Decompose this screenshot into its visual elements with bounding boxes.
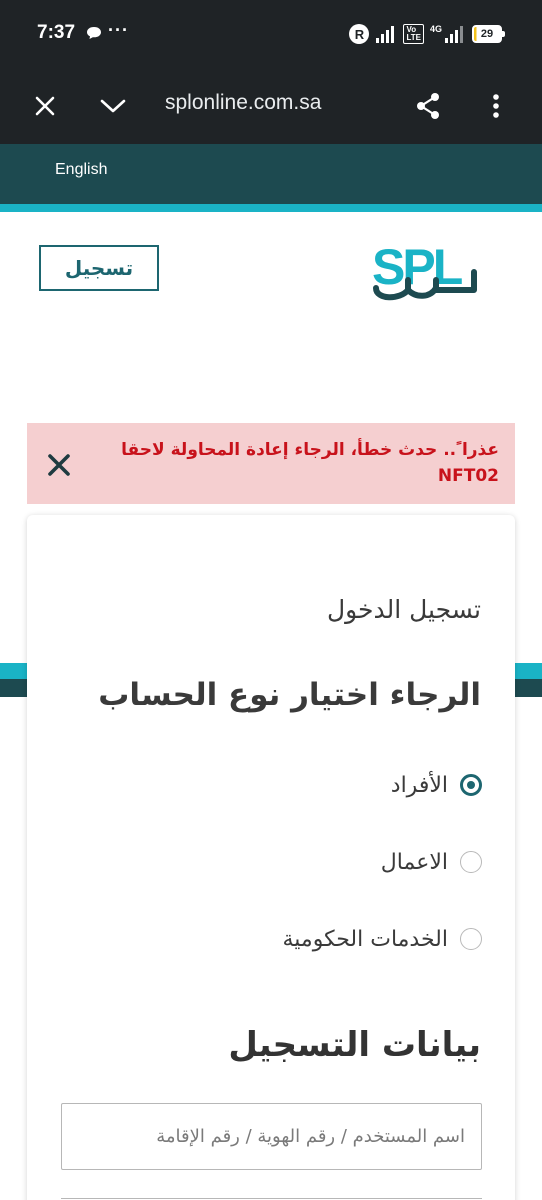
chevron-down-icon — [100, 99, 126, 113]
more-vert-icon — [493, 94, 499, 118]
account-type-label: الاعمال — [380, 849, 448, 875]
browser-toolbar: splonline.com.sa — [0, 68, 542, 144]
share-button[interactable] — [410, 88, 446, 124]
radio-individuals[interactable] — [460, 774, 482, 796]
close-icon — [48, 454, 70, 476]
account-type-label: الأفراد — [390, 772, 448, 798]
login-title: تسجيل الدخول — [326, 595, 481, 624]
status-time: 7:37 — [37, 22, 76, 43]
url-text[interactable]: splonline.com.sa — [165, 91, 321, 115]
account-type-individuals[interactable]: الأفراد — [391, 770, 482, 800]
login-card: تسجيل الدخول الرجاء اختيار نوع الحساب ال… — [27, 515, 515, 1200]
header-accent-stripe — [0, 204, 542, 212]
close-icon — [35, 96, 55, 116]
more-notifications-icon: ··· — [108, 20, 129, 40]
account-type-label: الخدمات الحكومية — [282, 926, 448, 952]
status-indicators: R Vo LTE 4G 29 — [349, 22, 505, 46]
battery-icon: 29 — [472, 25, 505, 43]
username-id-input[interactable] — [61, 1103, 482, 1170]
network-type-label: 4G — [429, 24, 442, 34]
error-alert: عذرا ً.. حدث خطأ، الرجاء إعادة المحاولة … — [27, 423, 515, 504]
volte-icon: Vo LTE — [403, 24, 424, 44]
spl-logo[interactable]: SPL — [370, 232, 480, 302]
volte-bottom-label: LTE — [406, 33, 421, 42]
logo-text: SPL — [372, 239, 462, 295]
share-icon — [417, 93, 439, 119]
language-bar: English — [0, 144, 542, 204]
account-type-government[interactable]: الخدمات الحكومية — [282, 924, 482, 954]
account-type-business[interactable]: الاعمال — [381, 847, 482, 877]
register-button[interactable]: تسجيل — [39, 245, 159, 291]
error-message: عذرا ً.. حدث خطأ، الرجاء إعادة المحاولة … — [121, 440, 499, 486]
radio-business[interactable] — [460, 851, 482, 873]
dismiss-alert-button[interactable] — [45, 451, 73, 479]
account-type-title: الرجاء اختيار نوع الحساب — [98, 677, 481, 713]
roaming-icon: R — [349, 24, 370, 44]
chat-bubble-icon — [87, 27, 101, 39]
signal-icon — [376, 26, 395, 43]
status-bar: 7:37 ··· R Vo LTE 4G 29 — [0, 0, 542, 68]
registration-data-title: بيانات التسجيل — [228, 1025, 481, 1065]
radio-government[interactable] — [460, 928, 482, 950]
english-language-link[interactable]: English — [55, 161, 107, 179]
expand-toolbar-button[interactable] — [95, 88, 131, 124]
browser-menu-button[interactable] — [478, 88, 514, 124]
close-tab-button[interactable] — [27, 88, 63, 124]
signal-2-icon — [445, 26, 463, 43]
